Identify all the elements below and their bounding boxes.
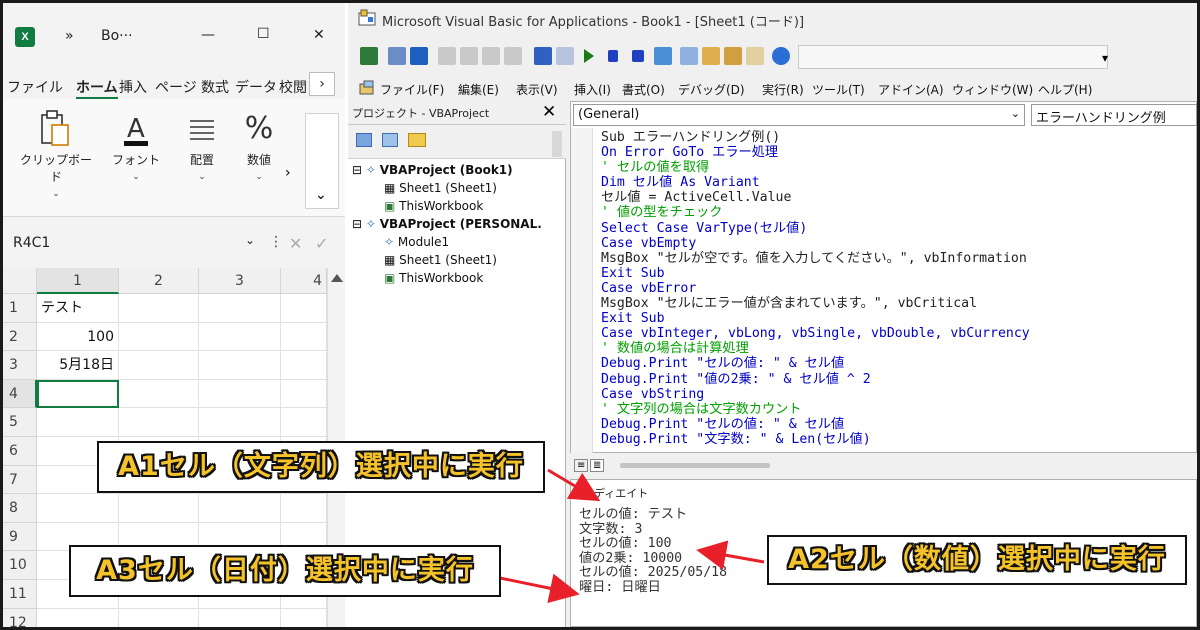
arrow-a3 xyxy=(499,573,580,604)
callout-a1: A1セル（文字列）選択中に実行 xyxy=(97,441,545,493)
arrow-a2 xyxy=(696,540,765,570)
callout-a2: A2セル（数値）選択中に実行 xyxy=(767,535,1187,585)
arrow-a1 xyxy=(547,468,601,502)
callout-a3: A3セル（日付）選択中に実行 xyxy=(69,545,501,597)
